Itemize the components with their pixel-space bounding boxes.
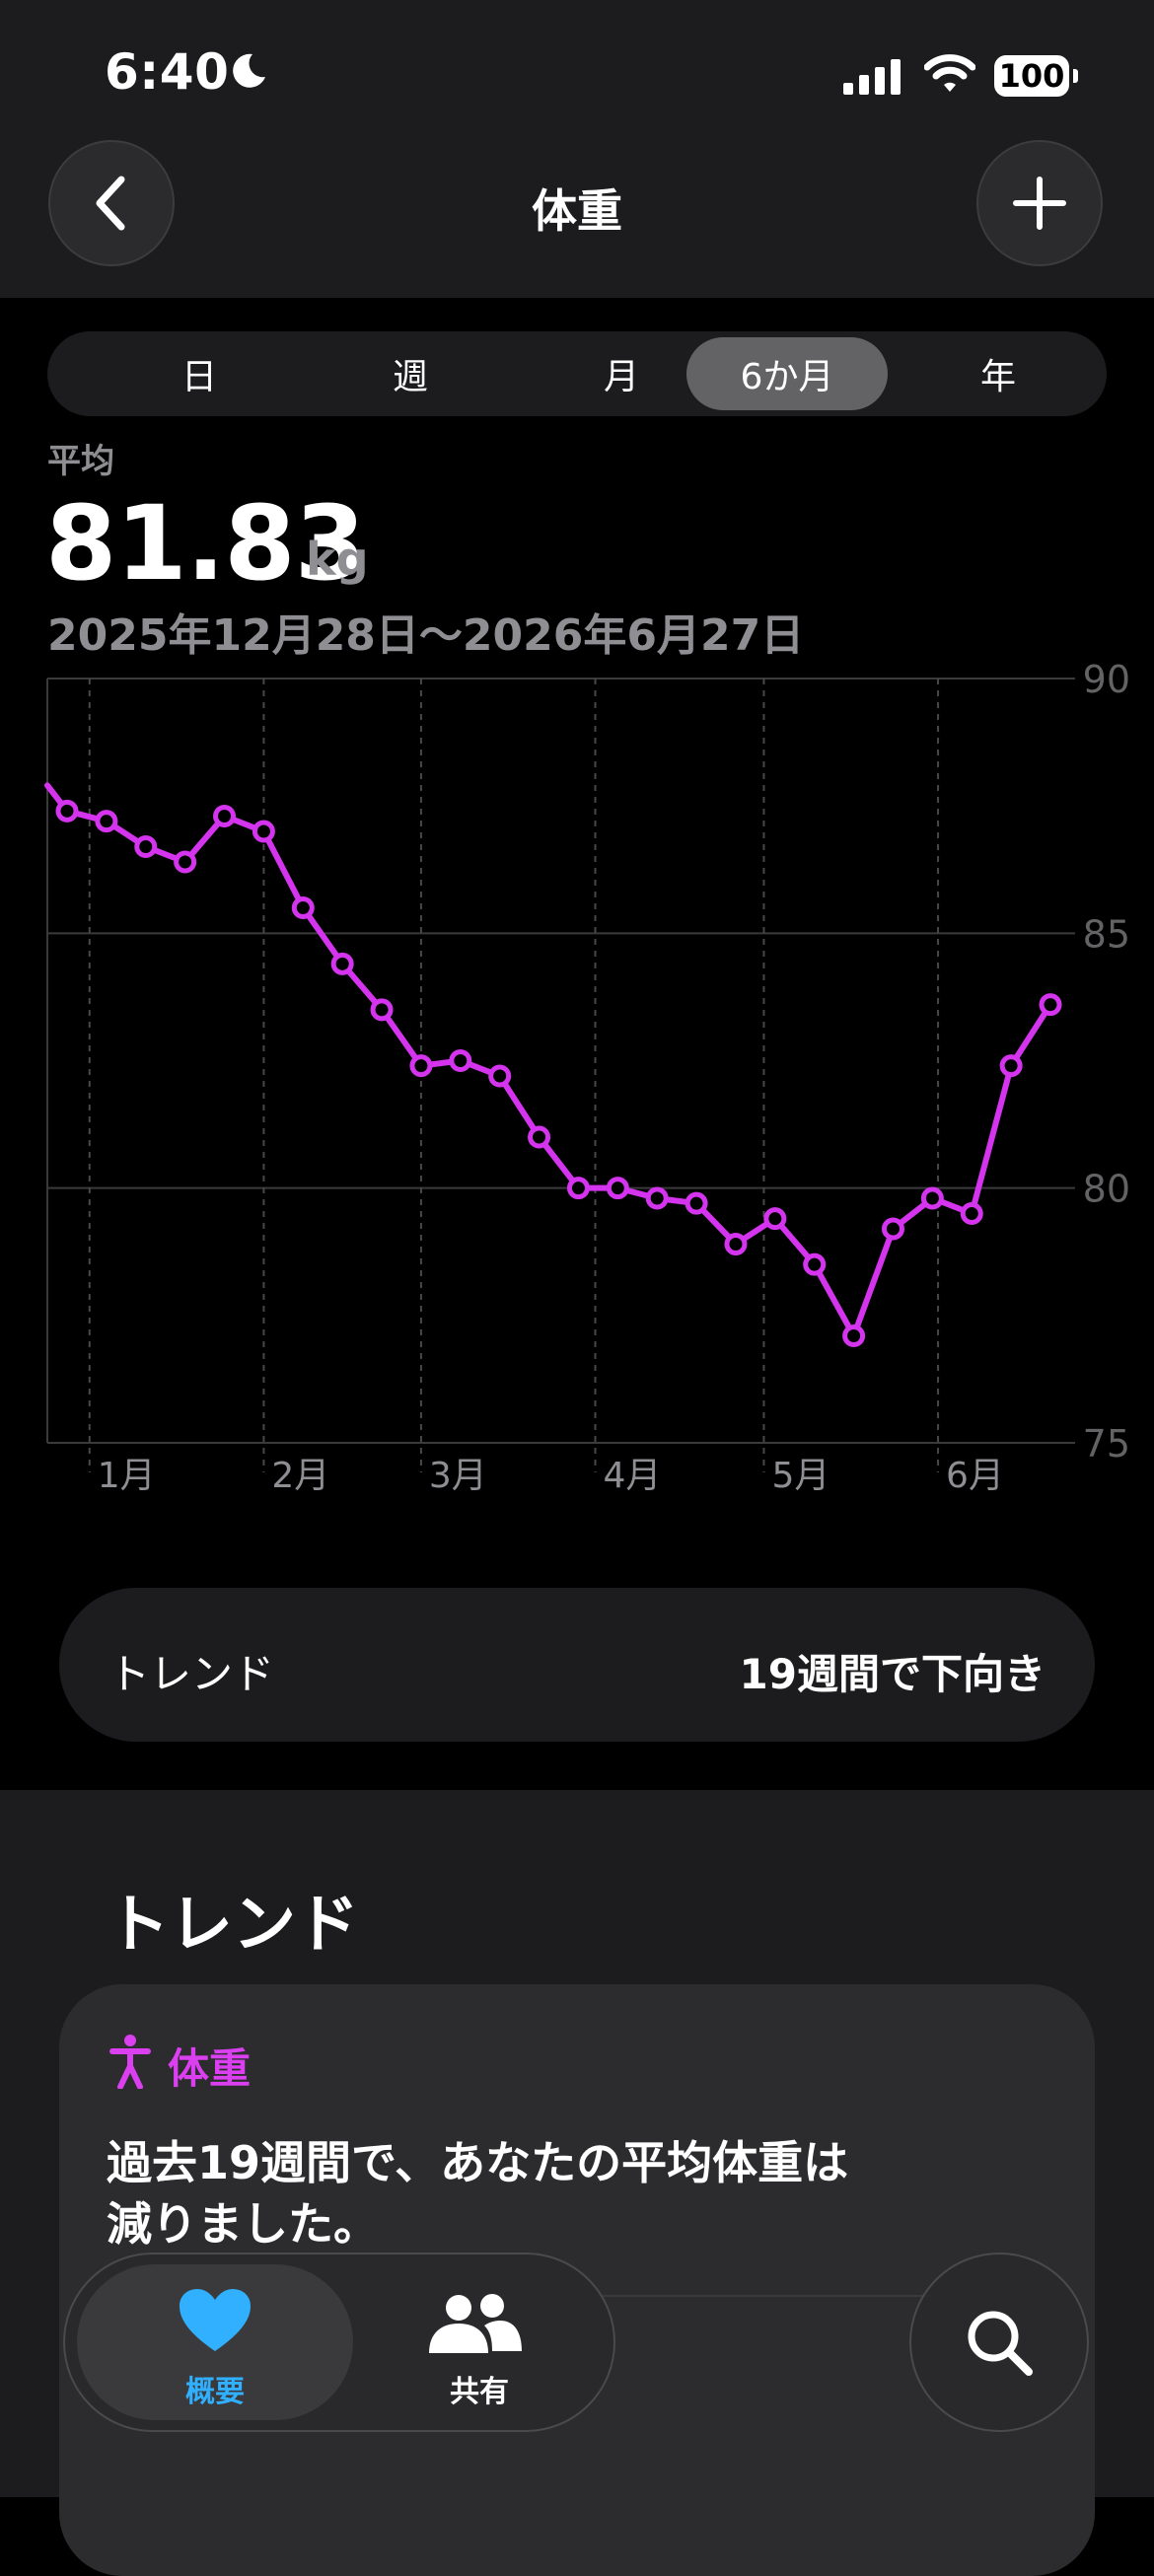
average-label: 平均 [47,442,114,481]
battery-indicator: 100 [994,55,1069,97]
tab-summary-label: 概要 [185,2375,245,2409]
page-title: 体重 [532,184,622,238]
data-point [960,1202,983,1225]
data-point [409,1054,433,1078]
data-point [291,896,315,919]
segment-year[interactable]: 年 [898,337,1099,410]
data-point [842,1324,866,1347]
signal-icon [843,59,901,95]
x-tick-label: 4月 [604,1456,662,1496]
data-point [566,1177,590,1200]
data-point [449,1049,472,1072]
y-tick-label: 85 [1083,912,1130,956]
data-point [920,1186,944,1210]
segment-day[interactable]: 日 [99,337,300,410]
x-tick-label: 2月 [271,1456,329,1496]
data-point [528,1125,551,1149]
data-point [488,1064,512,1088]
segment-6-months[interactable]: 6か月 [686,337,888,410]
data-point [55,799,79,823]
data-point [685,1191,708,1215]
weight-line-chart[interactable]: 90 85 80 75 1月 2月 3月 4月 5月 6月 [0,661,1154,1529]
y-tick-label: 80 [1083,1168,1130,1211]
segment-week[interactable]: 週 [310,337,511,410]
card-description: 過去19週間で、あなたの平均体重は 減りました。 [107,2132,994,2254]
status-time: 6:40 [105,43,230,101]
data-point [606,1177,629,1200]
data-point [881,1217,904,1241]
trends-section-title: トレンド [107,1889,359,1962]
wifi-icon [924,54,975,92]
trend-row-label: トレンド [108,1650,275,1698]
heart-icon [180,2289,251,2351]
data-point [763,1207,787,1231]
data-point [999,1054,1023,1078]
moon-icon [233,53,265,88]
date-range: 2025年12月28日〜2026年6月27日 [47,610,805,661]
data-point [252,820,275,843]
series-line [44,782,1053,1339]
search-button[interactable] [909,2253,1089,2432]
x-tick-label: 5月 [771,1456,829,1496]
data-point [95,810,118,833]
x-tick-label: 3月 [429,1456,487,1496]
data-point [803,1252,827,1276]
time-range-segmented-control: 日 週 月 6か月 年 [47,331,1107,416]
chevron-left-icon [96,176,125,231]
card-metric-label: 体重 [168,2044,252,2093]
tab-bar: 概要 共有 [63,2253,615,2432]
tab-summary[interactable]: 概要 [77,2264,353,2420]
search-icon [968,2311,1033,2376]
data-point [174,850,197,874]
data-point [213,805,237,827]
tab-sharing[interactable]: 共有 [371,2264,588,2420]
y-tick-label: 90 [1083,661,1130,701]
trend-row-value: 19週間で下向き [739,1650,1046,1698]
data-point [370,998,394,1022]
x-tick-label: 1月 [98,1456,156,1496]
data-point [645,1186,669,1210]
x-tick-label: 6月 [946,1456,1004,1496]
figure-icon [109,2035,151,2089]
data-point [330,952,354,975]
card-description-line-1: 過去19週間で、あなたの平均体重は [107,2136,849,2189]
tab-sharing-label: 共有 [450,2375,509,2409]
y-tick-label: 75 [1083,1422,1130,1466]
back-button[interactable] [48,140,175,266]
data-point [134,835,158,858]
data-point [724,1233,748,1255]
battery-nub [1073,69,1078,83]
plus-icon [1013,177,1066,230]
data-point [1039,993,1062,1017]
add-data-button[interactable] [976,140,1103,266]
card-description-line-2: 減りました。 [107,2197,379,2251]
average-unit: kg [306,533,369,586]
trend-row[interactable]: トレンド 19週間で下向き [59,1588,1095,1742]
people-icon [429,2294,522,2353]
